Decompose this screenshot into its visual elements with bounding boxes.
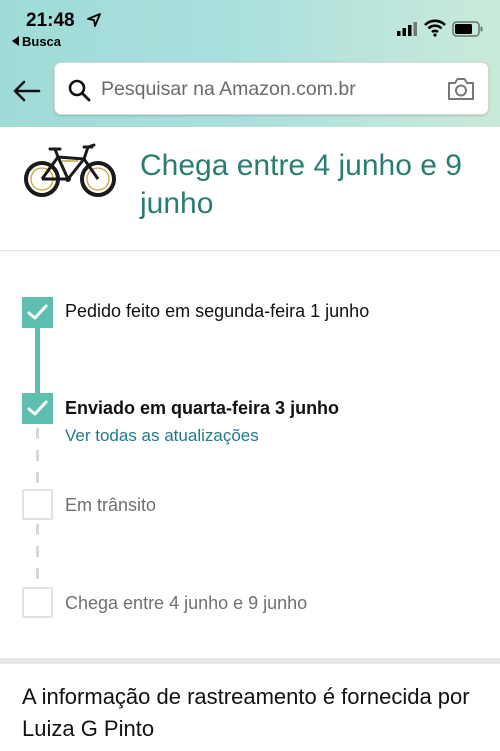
arrival-section: Chega entre 4 junho e 9 junho: [0, 127, 500, 251]
bicycle-image[interactable]: [22, 139, 118, 201]
signal-icon: [397, 22, 417, 36]
step-checkbox-done: [22, 297, 53, 328]
checkmark-icon: [27, 400, 48, 416]
step-checkbox-pending: [22, 489, 53, 520]
search-icon: [68, 79, 91, 102]
status-bar: 21:48 Busca: [0, 0, 500, 54]
timeline-dash: [36, 472, 39, 483]
back-arrow-icon[interactable]: [12, 76, 42, 106]
timeline-dash: [36, 450, 39, 461]
tracking-timeline: Pedido feito em segunda-feira 1 junho En…: [0, 252, 500, 658]
step-label-shipped: Enviado em quarta-feira 3 junho: [65, 398, 340, 418]
section-divider: [0, 658, 500, 664]
timeline-dash: [36, 568, 39, 579]
carrier-info-text: A informação de rastreamento é fornecida…: [22, 684, 470, 741]
back-triangle-icon: [12, 36, 19, 46]
back-to-app-link[interactable]: Busca: [12, 34, 61, 49]
location-arrow-icon: [87, 13, 101, 27]
timeline-dash: [36, 428, 39, 439]
step-label-in-transit: Em trânsito: [65, 495, 157, 515]
arrival-title: Chega entre 4 junho e 9 junho: [140, 149, 462, 220]
search-input[interactable]: [101, 72, 431, 106]
search-bar[interactable]: [54, 62, 489, 115]
camera-icon[interactable]: [446, 76, 476, 102]
step-checkbox-done: [22, 393, 53, 424]
timeline-dash: [36, 524, 39, 535]
view-all-updates-link[interactable]: Ver todas as atualizações: [65, 426, 259, 446]
checkmark-icon: [27, 304, 48, 320]
status-time: 21:48: [26, 10, 75, 31]
wifi-icon: [424, 19, 446, 37]
battery-icon: [452, 21, 483, 37]
header: 21:48 Busca: [0, 0, 500, 127]
back-app-label: Busca: [22, 34, 62, 49]
step-checkbox-pending: [22, 587, 53, 618]
step-label-arrival: Chega entre 4 junho e 9 junho: [65, 593, 308, 613]
timeline-dash: [36, 546, 39, 557]
step-label-ordered: Pedido feito em segunda-feira 1 junho: [65, 301, 370, 321]
